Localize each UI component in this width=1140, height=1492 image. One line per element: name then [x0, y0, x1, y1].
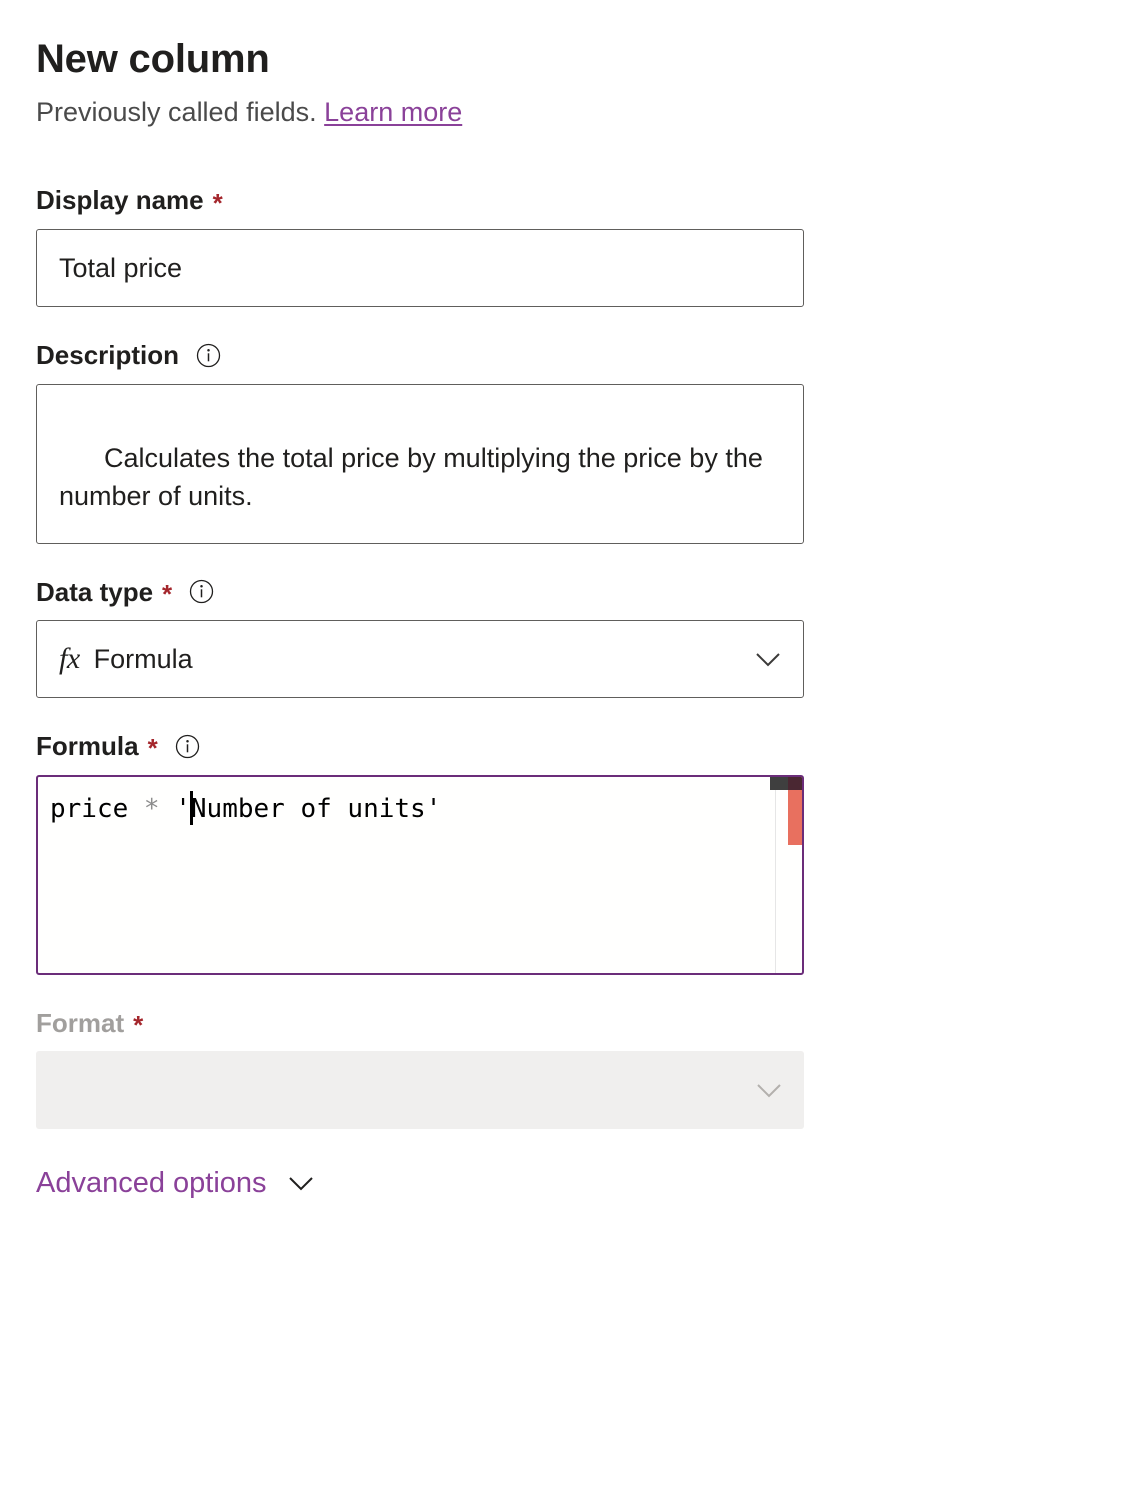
data-type-label-text: Data type: [36, 578, 153, 607]
display-name-label-text: Display name: [36, 186, 204, 215]
formula-code-after: Number of units': [191, 794, 441, 824]
display-name-field-group: Display name * Total price: [36, 186, 1104, 307]
required-asterisk: *: [148, 735, 158, 761]
subtitle-text: Previously called fields.: [36, 97, 317, 127]
required-asterisk: *: [162, 581, 172, 607]
info-icon[interactable]: [175, 734, 200, 759]
chevron-down-icon: [752, 1073, 786, 1107]
data-type-field-group: Data type * fx Formula: [36, 578, 1104, 699]
formula-label: Formula *: [36, 732, 1104, 761]
data-type-dropdown[interactable]: fx Formula: [36, 620, 804, 698]
format-dropdown: [36, 1051, 804, 1129]
info-icon[interactable]: [196, 343, 221, 368]
format-label-text: Format: [36, 1009, 124, 1038]
page-title: New column: [36, 36, 1104, 82]
data-type-value: Formula: [94, 644, 193, 675]
formula-field-group: Formula * price * 'Number of units': [36, 732, 1104, 975]
page-subtitle: Previously called fields. Learn more: [36, 96, 1104, 128]
advanced-options-toggle[interactable]: Advanced options: [36, 1167, 1104, 1199]
description-label: Description: [36, 341, 1104, 370]
description-input[interactable]: Calculates the total price by multiplyin…: [36, 384, 804, 544]
format-label: Format *: [36, 1009, 1104, 1038]
formula-code-before: price: [50, 794, 144, 824]
formula-editor[interactable]: price * 'Number of units': [36, 775, 804, 975]
display-name-input[interactable]: Total price: [36, 229, 804, 307]
required-asterisk: *: [133, 1012, 143, 1038]
format-field-group: Format *: [36, 1009, 1104, 1130]
formula-label-text: Formula: [36, 732, 139, 761]
data-type-label: Data type *: [36, 578, 1104, 607]
ruler-shadow: [788, 777, 802, 790]
learn-more-link[interactable]: Learn more: [324, 97, 462, 127]
data-type-value-wrap: fx Formula: [59, 642, 751, 676]
advanced-options-label: Advanced options: [36, 1169, 267, 1198]
formula-code-line: price * 'Number of units': [38, 777, 802, 826]
info-icon[interactable]: [189, 579, 214, 604]
new-column-panel: New column Previously called fields. Lea…: [0, 0, 1140, 1199]
error-overview-ruler[interactable]: [788, 777, 802, 973]
description-label-text: Description: [36, 341, 179, 370]
ruler-shadow-left: [770, 777, 788, 790]
chevron-down-icon: [751, 642, 785, 676]
required-asterisk: *: [213, 190, 223, 216]
formula-operator: *: [144, 794, 160, 824]
formula-quote-open: ': [160, 794, 191, 824]
fx-icon: fx: [59, 642, 80, 676]
display-name-value: Total price: [59, 252, 182, 284]
display-name-label: Display name *: [36, 186, 1104, 215]
description-value: Calculates the total price by multiplyin…: [59, 443, 770, 511]
chevron-down-icon: [285, 1167, 317, 1199]
description-field-group: Description Calculates the total price b…: [36, 341, 1104, 544]
